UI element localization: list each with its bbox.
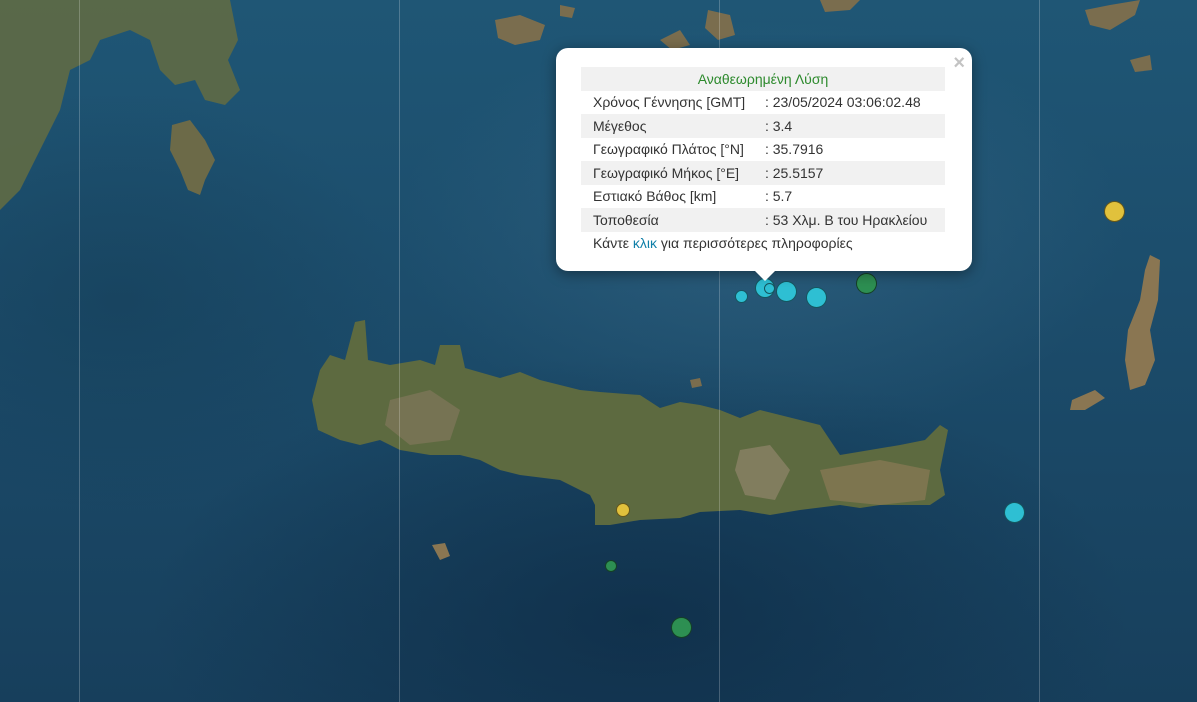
island-north-7: [560, 5, 575, 18]
popup-pointer: [754, 270, 776, 281]
earthquake-marker[interactable]: [605, 560, 617, 572]
meridian-line: [1039, 0, 1040, 702]
earthquake-marker[interactable]: [1004, 502, 1025, 523]
earthquake-marker[interactable]: [806, 287, 827, 308]
earthquake-marker[interactable]: [776, 281, 797, 302]
earthquake-marker[interactable]: [764, 283, 775, 294]
earthquake-marker[interactable]: [1104, 201, 1125, 222]
meridian-line: [79, 0, 80, 702]
row-value: : 53 Χλμ. Β του Ηρακλείου: [762, 208, 945, 232]
table-row: Γεωγραφικό Πλάτος [°N] : 35.7916: [581, 138, 945, 162]
earthquake-marker[interactable]: [856, 273, 877, 294]
island-north-4: [820, 0, 860, 12]
map-canvas[interactable]: × Αναθεωρημένη Λύση Χρόνος Γέννησης [GMT…: [0, 0, 1197, 702]
row-value: : 3.4: [762, 114, 945, 138]
earthquake-marker[interactable]: [616, 503, 630, 517]
island-north-6: [1130, 55, 1152, 72]
row-label: Χρόνος Γέννησης [GMT]: [593, 94, 746, 111]
island-north-5: [1085, 0, 1140, 30]
earthquake-marker[interactable]: [671, 617, 692, 638]
meridian-line: [399, 0, 400, 702]
row-value: : 35.7916: [764, 141, 824, 158]
table-row: Εστιακό Βάθος [km] : 5.7: [581, 185, 945, 209]
popup-title: Αναθεωρημένη Λύση: [581, 67, 945, 91]
island-kasos: [1070, 390, 1105, 410]
row-label: Γεωγραφικό Πλάτος [°N]: [593, 141, 744, 158]
more-info-footer: Κάντε κλικ για περισσότερες πληροφορίες: [581, 232, 945, 256]
row-label: Μέγεθος: [581, 114, 763, 138]
earthquake-details-table: Αναθεωρημένη Λύση Χρόνος Γέννησης [GMT] …: [581, 67, 945, 255]
row-value: : 5.7: [764, 188, 793, 205]
table-row: Τοποθεσία : 53 Χλμ. Β του Ηρακλείου: [581, 208, 945, 232]
island-north-3: [705, 10, 735, 40]
island-dia: [690, 378, 702, 388]
earthquake-marker[interactable]: [735, 290, 748, 303]
row-label: Γεωγραφικό Μήκος [°E]: [581, 161, 763, 185]
table-row: Μέγεθος : 3.4: [581, 114, 945, 138]
table-row: Κάντε κλικ για περισσότερες πληροφορίες: [581, 232, 945, 256]
island-karpathos: [1125, 255, 1160, 390]
close-icon[interactable]: ×: [953, 52, 965, 74]
row-label: Εστιακό Βάθος [km]: [593, 188, 717, 205]
island-north-1: [495, 15, 545, 45]
island-north-2: [660, 30, 690, 50]
earthquake-info-popup: × Αναθεωρημένη Λύση Χρόνος Γέννησης [GMT…: [556, 48, 972, 281]
table-row: Χρόνος Γέννησης [GMT] : 23/05/2024 03:06…: [581, 91, 945, 115]
row-value: : 23/05/2024 03:06:02.48: [764, 94, 921, 111]
table-row: Αναθεωρημένη Λύση: [581, 67, 945, 91]
footer-text-after: για περισσότερες πληροφορίες: [657, 235, 853, 252]
peninsula-malea: [170, 120, 215, 195]
island-gavdos: [432, 543, 450, 560]
table-row: Γεωγραφικό Μήκος [°E] : 25.5157: [581, 161, 945, 185]
row-label: Τοποθεσία: [581, 208, 763, 232]
more-info-link[interactable]: κλικ: [633, 235, 657, 251]
row-value: : 25.5157: [762, 161, 945, 185]
footer-text-before: Κάντε: [593, 235, 633, 252]
